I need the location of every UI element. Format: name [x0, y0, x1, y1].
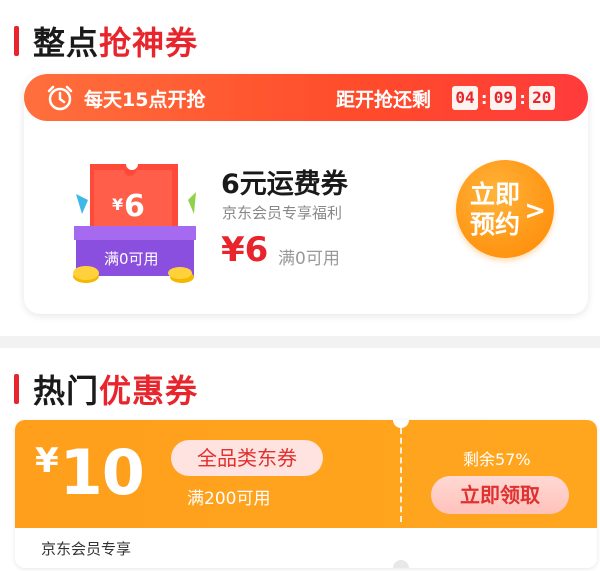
- banner-countdown-label: 距开抢还剩: [336, 89, 432, 111]
- countdown-timer: 04 : 09 : 20: [452, 86, 555, 110]
- title-accent-bar: [14, 26, 19, 56]
- ticket-condition: 满0可用: [104, 250, 159, 268]
- member-exclusive-text: 京东会员专享: [41, 540, 132, 558]
- timer-seconds: 20: [528, 86, 555, 110]
- hot-coupon-top: ¥10 全品类东券 满200可用 剩余57% 立即领取: [15, 420, 597, 528]
- flash-coupon-card: 每天15点开抢 距开抢还剩 04 : 09 : 20 ¥ 6 满0可用 6元运费…: [24, 74, 588, 314]
- banner-daily-text: 每天15点开抢: [84, 89, 206, 111]
- claim-button[interactable]: 立即领取: [431, 476, 569, 514]
- timer-colon: :: [481, 88, 488, 108]
- coupon-condition: 满0可用: [278, 249, 340, 269]
- hot-section-title: 热门 优惠券: [14, 366, 198, 412]
- coupon-category-tag: 全品类东券: [171, 440, 323, 476]
- ticket-notch-bottom: [393, 560, 409, 568]
- timer-colon: :: [519, 88, 526, 108]
- title-red-text: 抢神券: [99, 24, 199, 62]
- hot-coupon-price: ¥10: [35, 436, 145, 509]
- title-accent-bar: [14, 374, 19, 404]
- price-value: 10: [59, 436, 145, 509]
- reserve-button[interactable]: 立即 预约 >: [456, 160, 554, 258]
- flash-section-title: 整点 抢神券: [14, 18, 198, 64]
- ticket-value-symbol: ¥: [112, 195, 123, 214]
- coupon-ticket-illustration: ¥ 6: [73, 164, 196, 283]
- title-black-text: 整点: [33, 24, 100, 62]
- perforation-divider: [400, 428, 402, 522]
- section-divider: [0, 336, 600, 348]
- ticket-value-number: 6: [124, 189, 145, 224]
- coupon-name: 6元运费券: [221, 169, 348, 200]
- title-black-text: 热门: [33, 372, 100, 410]
- coupon-price: ¥6: [221, 230, 269, 270]
- timer-hours: 04: [452, 86, 478, 110]
- alarm-clock-icon: [47, 85, 73, 111]
- title-red-text: 优惠券: [99, 372, 199, 410]
- chevron-right-icon: >: [524, 196, 546, 226]
- timer-minutes: 09: [490, 86, 517, 110]
- coupon-condition: 满200可用: [187, 489, 271, 509]
- remaining-percent: 剩余57%: [463, 450, 531, 469]
- price-symbol: ¥: [35, 441, 59, 481]
- coupon-subtitle: 京东会员专享福利: [222, 204, 343, 222]
- hot-coupon-card: ¥10 全品类东券 满200可用 剩余57% 立即领取 京东会员专享: [15, 420, 597, 568]
- flash-banner: 每天15点开抢 距开抢还剩 04 : 09 : 20: [24, 74, 588, 121]
